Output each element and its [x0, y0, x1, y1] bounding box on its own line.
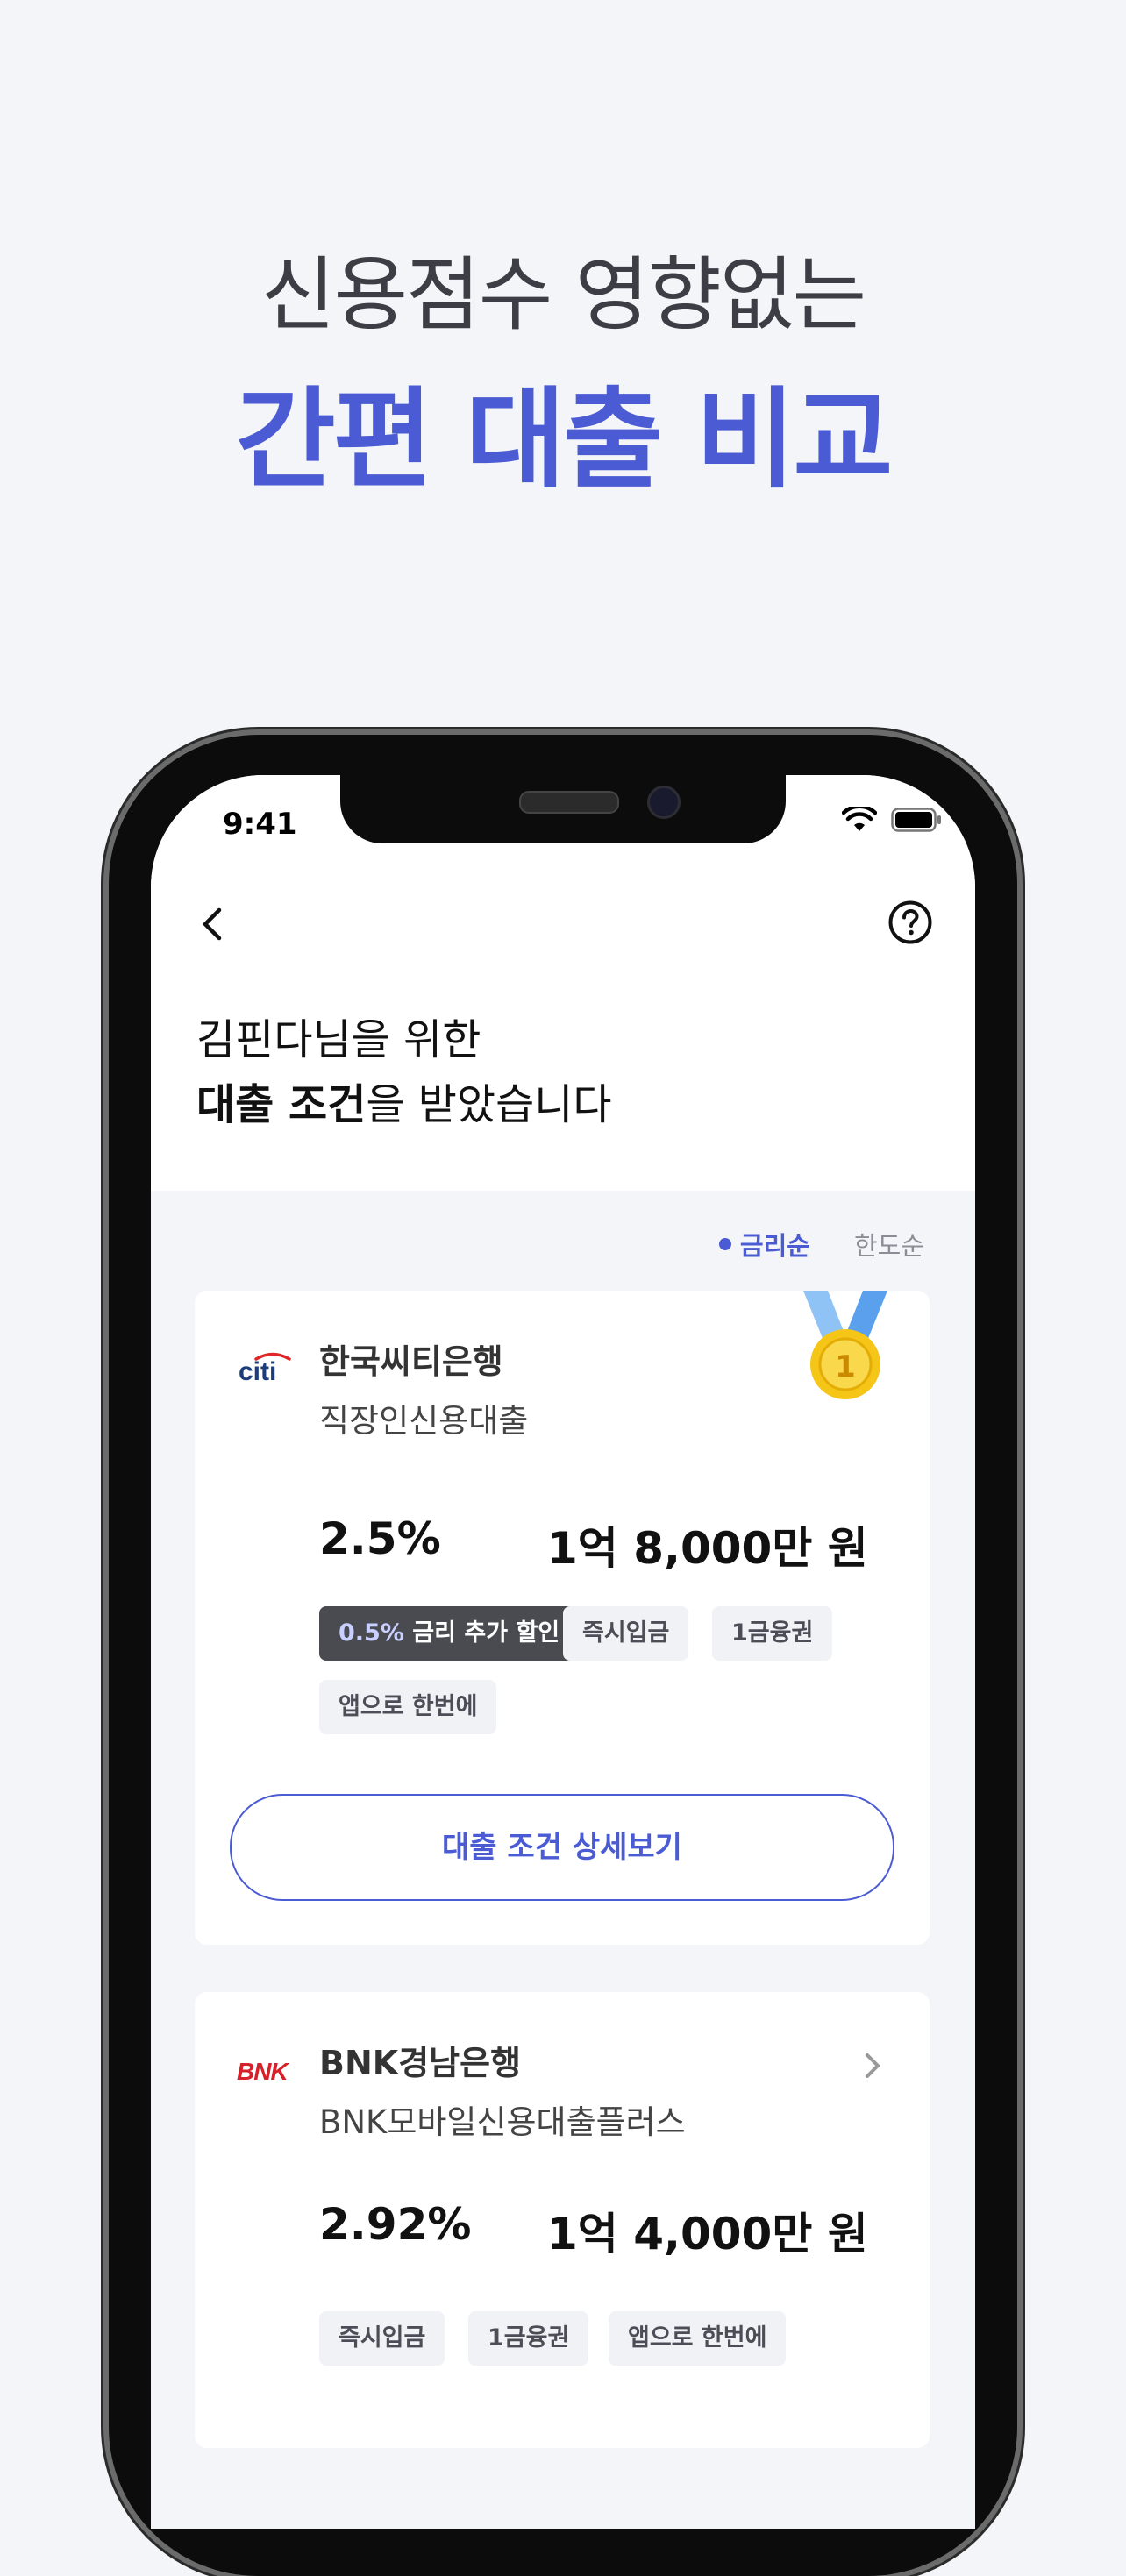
discount-percent: 0.5%	[339, 1619, 404, 1647]
bank-name: 한국씨티은행	[319, 1342, 503, 1381]
wifi-icon	[842, 807, 877, 831]
interest-rate: 2.5%	[319, 1513, 441, 1564]
greeting-rest: 을 받았습니다	[366, 1080, 612, 1129]
product-name: 직장인신용대출	[319, 1402, 529, 1440]
greeting-line1: 김핀다님을 위한	[196, 1015, 481, 1064]
tag-instant-deposit: 즉시입금	[563, 1606, 689, 1661]
loan-limit: 1억 4,000만 원	[547, 2209, 868, 2259]
gold-medal-icon: 1	[803, 1291, 887, 1399]
tag-rate-discount: 0.5% 금리 추가 할인	[319, 1606, 580, 1661]
tag-instant-deposit: 즉시입금	[319, 2311, 445, 2366]
help-button[interactable]	[887, 900, 933, 945]
interest-rate: 2.92%	[319, 2199, 472, 2250]
phone-side-button-volume-down	[102, 1341, 109, 1473]
citi-logo: citi	[239, 1352, 291, 1385]
battery-icon	[891, 808, 941, 832]
status-icons	[842, 807, 942, 833]
phone-side-button-silent	[102, 1033, 109, 1089]
front-camera	[647, 786, 681, 819]
svg-text:citi: citi	[239, 1357, 276, 1385]
sort-by-rate-label: 금리순	[739, 1231, 810, 1261]
active-dot-icon	[718, 1238, 731, 1250]
offer-card[interactable]: BNK BNK경남은행 BNK모바일신용대출플러스 2.92% 1억 4,000…	[195, 1992, 930, 2448]
promo-headline-main: 간편 대출 비교	[235, 377, 894, 503]
status-time: 9:41	[223, 807, 297, 842]
sort-by-limit[interactable]: 한도순	[854, 1226, 924, 1263]
tag-first-tier: 1금융권	[468, 2311, 589, 2366]
promo-headline-top: 신용점수 영향없는	[260, 248, 866, 342]
sort-by-rate[interactable]: 금리순	[718, 1226, 810, 1263]
svg-text:1: 1	[835, 1349, 856, 1384]
loan-limit: 1억 8,000만 원	[547, 1523, 868, 1574]
bnk-logo: BNK	[237, 2058, 290, 2085]
phone-side-button-volume-up	[102, 1166, 109, 1298]
product-name: BNK모바일신용대출플러스	[319, 2103, 686, 2141]
bank-name: BNK경남은행	[319, 2044, 522, 2082]
tag-app-once: 앱으로 한번에	[609, 2311, 787, 2366]
tag-app-once: 앱으로 한번에	[319, 1680, 497, 1734]
notch	[340, 775, 786, 843]
loan-detail-button[interactable]: 대출 조건 상세보기	[230, 1794, 894, 1901]
discount-label: 금리 추가 할인	[403, 1619, 560, 1647]
greeting-line2: 대출 조건을 받았습니다	[196, 1070, 612, 1131]
sort-toggle: 금리순 한도순	[718, 1226, 924, 1263]
svg-text:BNK: BNK	[237, 2058, 289, 2085]
phone-screen: 9:41 김핀다님을 위한 대출 조건을 받았습니다 금리순 한도순 citi …	[151, 775, 975, 2529]
chevron-left-icon	[203, 907, 222, 941]
chevron-right-icon	[866, 2053, 880, 2078]
offer-card: citi 한국씨티은행 직장인신용대출 1 2.5% 1억 8,000만 원 0…	[195, 1291, 930, 1945]
phone-side-button-power	[1017, 1213, 1024, 1398]
back-button[interactable]	[193, 903, 235, 945]
question-circle-icon	[888, 900, 932, 944]
greeting-highlight: 대출 조건	[196, 1080, 367, 1129]
tag-first-tier: 1금융권	[712, 1606, 833, 1661]
speaker-grille	[519, 791, 619, 814]
